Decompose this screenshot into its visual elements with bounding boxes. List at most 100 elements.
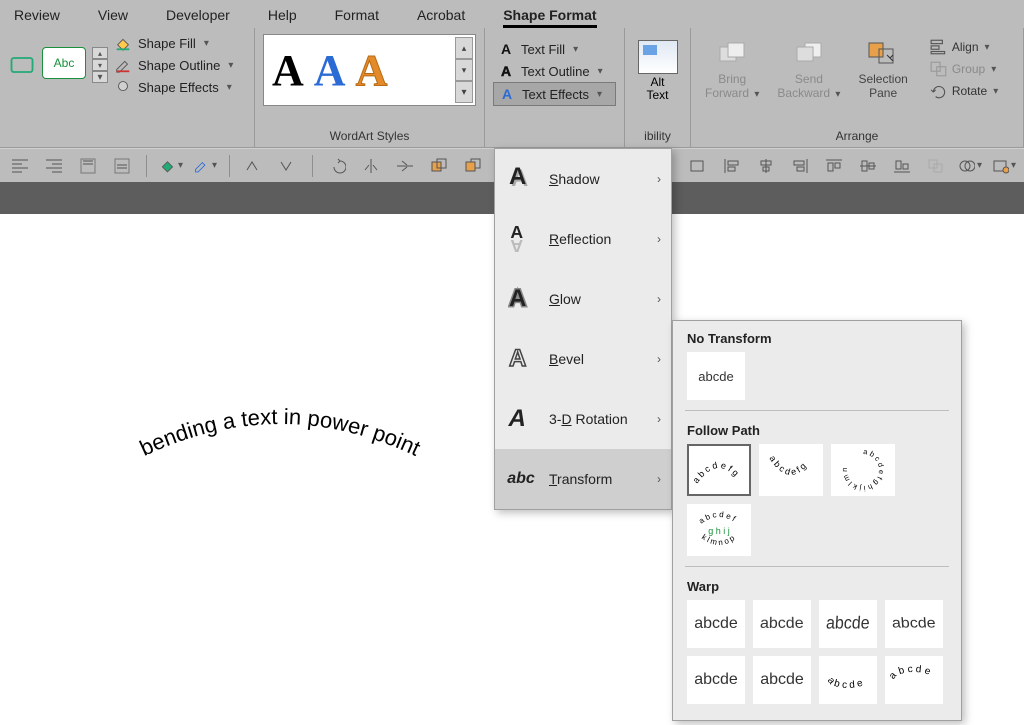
menu-developer[interactable]: Developer bbox=[166, 7, 230, 28]
rotate-button[interactable]: Rotate▾ bbox=[930, 82, 998, 100]
transform-none[interactable]: abcde bbox=[687, 352, 745, 400]
transform-arch-up[interactable]: a b c d e f g bbox=[687, 444, 751, 496]
vert-mid-icon[interactable] bbox=[110, 154, 134, 178]
menu-help[interactable]: Help bbox=[268, 7, 297, 28]
group-accessibility: Alt Text ibility bbox=[625, 28, 691, 147]
menu-item-3d-rotation[interactable]: A 3-D Rotation › bbox=[495, 389, 671, 449]
warp-triangle-up[interactable]: abcde bbox=[819, 600, 877, 648]
text-effects-button[interactable]: A Text Effects▾ bbox=[493, 82, 616, 106]
wordart-thumb-black[interactable]: A bbox=[272, 45, 304, 96]
menu-review[interactable]: Review bbox=[14, 7, 60, 28]
wordart-thumb-blue[interactable]: A bbox=[314, 45, 346, 96]
menu-item-shadow[interactable]: AA Shadow › bbox=[495, 149, 671, 209]
menu-item-reflection[interactable]: AA Reflection › bbox=[495, 209, 671, 269]
shape-gallery-spin[interactable]: ▴▾▾ bbox=[92, 47, 108, 83]
menu-format[interactable]: Format bbox=[335, 7, 379, 28]
text-fill-icon: A bbox=[497, 41, 515, 57]
shape-fill-mini-icon[interactable]: ▾ bbox=[159, 154, 183, 178]
wordart-gallery[interactable]: A A A ▴▾▾ bbox=[263, 34, 476, 106]
edit-points-icon[interactable] bbox=[242, 154, 266, 178]
align-middle-icon[interactable] bbox=[856, 154, 880, 178]
flip-v-icon[interactable] bbox=[393, 154, 417, 178]
warp-plain[interactable]: abcde bbox=[687, 600, 745, 648]
curved-text-object[interactable]: bending a text in power point bbox=[70, 374, 490, 539]
transform-circle[interactable]: a b c d e f g h i j k l m n bbox=[831, 444, 895, 496]
text-fill-label: Text Fill bbox=[521, 42, 565, 57]
vert-top-icon[interactable] bbox=[76, 154, 100, 178]
rotate-left-icon[interactable] bbox=[325, 154, 349, 178]
svg-text:a b c d e: a b c d e bbox=[888, 664, 932, 682]
aspect-icon[interactable] bbox=[686, 154, 710, 178]
transform-button[interactable]: a b c d e f g h i j k l m n o p bbox=[687, 504, 751, 556]
selection-pane-button[interactable]: Selection Pane bbox=[858, 38, 907, 100]
text-outline-button[interactable]: A Text Outline▾ bbox=[493, 60, 616, 82]
shape-fill-button[interactable]: Shape Fill ▾ bbox=[114, 34, 233, 52]
shape-outline-label: Shape Outline bbox=[138, 58, 220, 73]
menu-view[interactable]: View bbox=[98, 7, 128, 28]
group-text-fx: A Text Fill ▾ A Text Outline▾ A Text Effe… bbox=[485, 28, 625, 147]
shape-outline-mini-icon[interactable]: ▾ bbox=[193, 154, 217, 178]
align-center-icon[interactable] bbox=[754, 154, 778, 178]
edit-points2-icon[interactable] bbox=[276, 154, 300, 178]
indent-left-icon[interactable] bbox=[8, 154, 32, 178]
warp-chevron-up[interactable]: abcde bbox=[687, 656, 745, 704]
flyout-section-warp: Warp bbox=[673, 569, 961, 600]
combine-icon[interactable]: ▾ bbox=[958, 154, 982, 178]
glow-icon: A bbox=[507, 282, 535, 316]
menu-item-glow[interactable]: A Glow › bbox=[495, 269, 671, 329]
chevron-down-icon: ▾ bbox=[597, 89, 602, 100]
wordart-thumb-orange[interactable]: A bbox=[356, 45, 388, 96]
align-label: Align bbox=[952, 40, 979, 54]
align-left-icon[interactable] bbox=[720, 154, 744, 178]
menu-shape-format[interactable]: Shape Format bbox=[503, 7, 596, 28]
indent-right-icon[interactable] bbox=[42, 154, 66, 178]
warp-stop[interactable]: abcde bbox=[753, 600, 811, 648]
align-top-icon[interactable] bbox=[822, 154, 846, 178]
svg-text:A: A bbox=[508, 405, 529, 432]
shape-gallery[interactable]: Abc ▴▾▾ bbox=[8, 47, 108, 83]
align-right-icon[interactable] bbox=[788, 154, 812, 178]
menu-acrobat[interactable]: Acrobat bbox=[417, 7, 465, 28]
shape-abc-thumb[interactable]: Abc bbox=[42, 47, 86, 79]
svg-text:g h i j: g h i j bbox=[708, 526, 730, 536]
svg-text:A: A bbox=[509, 285, 526, 312]
svg-text:A: A bbox=[510, 236, 523, 254]
ribbon: Abc ▴▾▾ Shape Fill▾ Shape Outline▾ Shape… bbox=[0, 28, 1024, 148]
transform-arch-down[interactable]: a b c d e f g bbox=[759, 444, 823, 496]
chevron-right-icon: › bbox=[657, 232, 661, 246]
warp-ring-outside[interactable]: a b c d e bbox=[885, 656, 943, 704]
align-button[interactable]: Align▾ bbox=[930, 38, 998, 56]
align-bottom-icon[interactable] bbox=[890, 154, 914, 178]
arrange-front-icon[interactable] bbox=[427, 154, 451, 178]
wordart-gallery-spin[interactable]: ▴▾▾ bbox=[455, 37, 473, 103]
text-fill-button[interactable]: A Text Fill ▾ bbox=[493, 38, 616, 60]
menu-item-bevel[interactable]: A Bevel › bbox=[495, 329, 671, 389]
shape-thumb[interactable] bbox=[8, 47, 36, 83]
warp-ring-inside[interactable]: a b c d e bbox=[819, 656, 877, 704]
bevel-icon: A bbox=[507, 342, 535, 376]
shape-effects-button[interactable]: Shape Effects▾ bbox=[114, 78, 233, 96]
text-effects-label: Text Effects bbox=[522, 87, 589, 102]
warp-chevron-down[interactable]: abcde bbox=[753, 656, 811, 704]
arrange-back-icon[interactable] bbox=[461, 154, 485, 178]
chevron-right-icon: › bbox=[657, 412, 661, 426]
group-button[interactable]: Group▾ bbox=[930, 60, 998, 78]
chevron-down-icon: ▾ bbox=[227, 82, 232, 93]
chevron-down-icon: ▾ bbox=[573, 44, 578, 55]
reflection-icon: AA bbox=[507, 222, 535, 256]
warp-triangle-down[interactable]: abcde bbox=[885, 600, 943, 648]
transform-icon: abc bbox=[507, 462, 535, 496]
shape-fill-label: Shape Fill bbox=[138, 36, 196, 51]
shape-outline-button[interactable]: Shape Outline▾ bbox=[114, 56, 233, 74]
group-mini-icon[interactable] bbox=[924, 154, 948, 178]
alt-text-button[interactable]: Alt Text bbox=[638, 34, 678, 102]
chevron-down-icon: ▾ bbox=[204, 38, 209, 49]
svg-text:a b c d e f g: a b c d e f g bbox=[767, 454, 808, 478]
flip-h-icon[interactable] bbox=[359, 154, 383, 178]
change-shape-icon[interactable]: ▾ bbox=[992, 154, 1016, 178]
selection-pane-icon bbox=[863, 38, 903, 70]
bring-forward-button[interactable]: Bring Forward ▾ bbox=[705, 38, 759, 100]
menu-item-transform[interactable]: abc Transform › bbox=[495, 449, 671, 509]
send-backward-button[interactable]: Send Backward ▾ bbox=[777, 38, 840, 100]
text-outline-label: Text Outline bbox=[521, 64, 590, 79]
